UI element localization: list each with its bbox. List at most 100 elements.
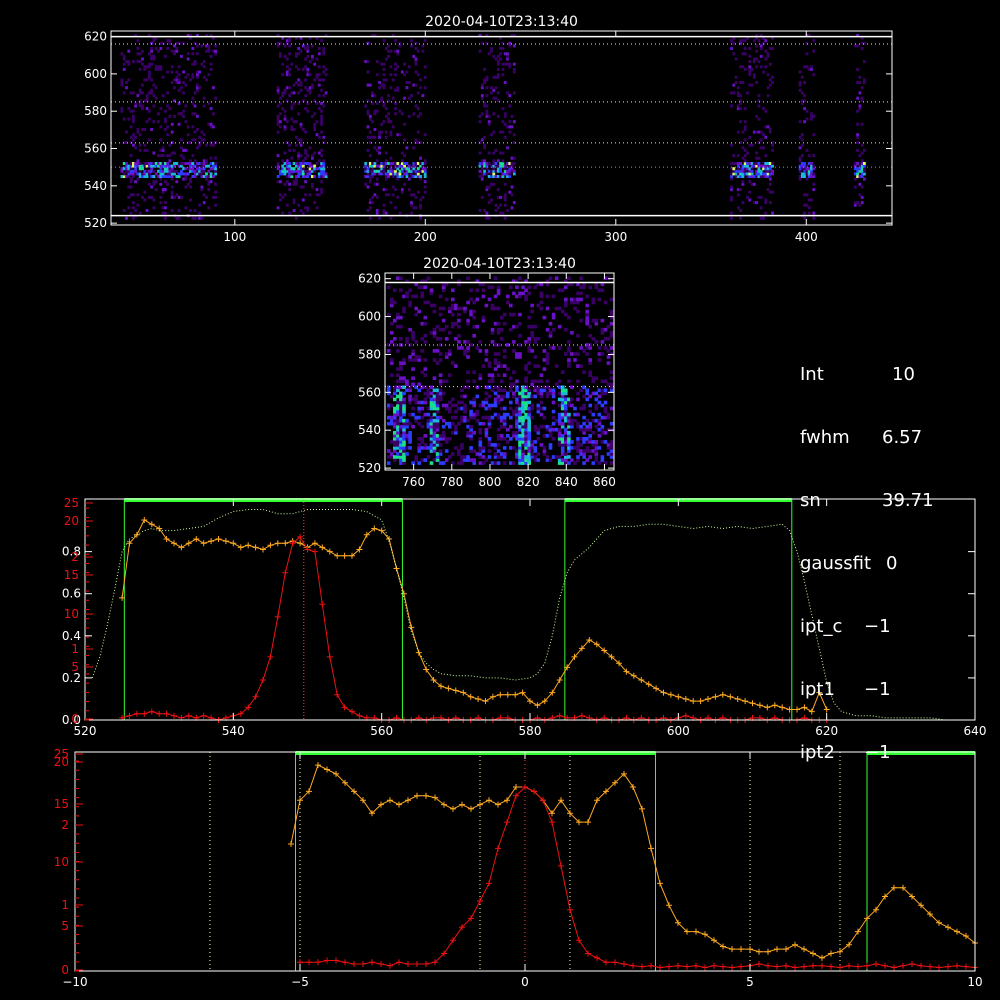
- heatmap-cell: [288, 148, 291, 152]
- heatmap-cell: [403, 154, 406, 158]
- heatmap-cell: [856, 172, 859, 176]
- x-tick-label: 560: [370, 724, 393, 738]
- heatmap-cell: [193, 60, 197, 64]
- heatmap-cell: [609, 427, 614, 432]
- heatmap-cell: [368, 177, 372, 181]
- heatmap-cell: [168, 154, 172, 158]
- heatmap-cell: [279, 193, 282, 197]
- heatmap-cell: [396, 86, 400, 90]
- heatmap-cell: [285, 180, 289, 184]
- param-sn-value: 39.71: [882, 490, 934, 511]
- heatmap-cell: [399, 343, 403, 347]
- heatmap-cell: [196, 128, 199, 131]
- heatmap-cell: [281, 107, 285, 111]
- heatmap-cell: [739, 94, 742, 98]
- heatmap-cell: [306, 44, 310, 48]
- heatmap-cell: [148, 52, 151, 56]
- heatmap-cell: [469, 449, 473, 453]
- heatmap-cell: [771, 211, 774, 215]
- heatmap-cell: [448, 352, 452, 356]
- heatmap-cell: [161, 94, 165, 98]
- heatmap-cell: [382, 62, 386, 66]
- data-point: [342, 959, 348, 966]
- heatmap-cell: [148, 172, 151, 176]
- heatmap-cell: [853, 203, 857, 207]
- heatmap-cell: [207, 188, 211, 192]
- heatmap-cell: [527, 370, 531, 374]
- heatmap-cell: [600, 288, 605, 293]
- heatmap-cell: [382, 73, 386, 77]
- heatmap-cell: [276, 162, 280, 165]
- heatmap-cell: [481, 446, 486, 450]
- heatmap-cell: [530, 349, 534, 353]
- heatmap-cell: [524, 379, 528, 384]
- heatmap-cell: [609, 449, 614, 453]
- heatmap-cell: [386, 349, 391, 353]
- heatmap-cell: [170, 193, 174, 197]
- heatmap-cell: [800, 75, 804, 79]
- heatmap-cell: [438, 449, 443, 453]
- heatmap-cell: [184, 148, 188, 152]
- heatmap-cell: [594, 397, 599, 402]
- heatmap-cell: [743, 120, 747, 124]
- heatmap-cell: [570, 458, 574, 462]
- heatmap-cell: [198, 135, 201, 139]
- heatmap-cell: [585, 303, 589, 308]
- heatmap-cell: [403, 73, 406, 77]
- heatmap-cell: [398, 109, 402, 113]
- heatmap-cell: [390, 331, 394, 335]
- heatmap-cell: [125, 81, 128, 84]
- heatmap-cell: [145, 175, 149, 178]
- heatmap-cell: [403, 182, 406, 186]
- heatmap-cell: [518, 403, 522, 408]
- heatmap-cell: [441, 306, 446, 311]
- heatmap-cell: [152, 206, 156, 210]
- heatmap-cell: [570, 331, 574, 335]
- heatmap-cell: [588, 361, 592, 365]
- heatmap-cell: [600, 340, 605, 344]
- heatmap-cell: [122, 57, 126, 61]
- heatmap-cell: [408, 446, 412, 450]
- heatmap-cell: [730, 198, 733, 202]
- heatmap-cell: [524, 400, 528, 405]
- heatmap-cell: [315, 120, 319, 124]
- heatmap-cell: [606, 361, 611, 365]
- heatmap-cell: [417, 461, 421, 465]
- heatmap-cell: [292, 209, 296, 212]
- heatmap-cell: [173, 114, 176, 118]
- heatmap-cell: [387, 44, 390, 48]
- heatmap-cell: [308, 146, 312, 150]
- heatmap-cell: [170, 65, 174, 69]
- heatmap-cell: [317, 107, 321, 111]
- heatmap-cell: [545, 294, 550, 299]
- data-point: [756, 961, 762, 967]
- heatmap-cell: [170, 177, 174, 181]
- heatmap-cell: [492, 130, 496, 134]
- heatmap-cell: [164, 188, 167, 192]
- heatmap-cell: [417, 388, 421, 393]
- heatmap-cell: [386, 403, 391, 408]
- data-point: [653, 685, 660, 692]
- heatmap-cell: [585, 388, 589, 393]
- heatmap-cell: [732, 52, 736, 56]
- heatmap-cell: [290, 175, 294, 178]
- heatmap-cell: [202, 169, 206, 173]
- heatmap-cell: [757, 117, 761, 121]
- heatmap-cell: [570, 397, 574, 402]
- heatmap-cell: [417, 421, 421, 426]
- data-point: [954, 928, 960, 935]
- heatmap-cell: [281, 73, 285, 77]
- heatmap-cell: [557, 379, 562, 384]
- heatmap-cell: [496, 188, 500, 192]
- heatmap-cell: [510, 193, 514, 197]
- data-point: [405, 797, 411, 804]
- heatmap-cell: [576, 437, 580, 441]
- heatmap-cell: [132, 201, 135, 205]
- heatmap-cell: [423, 39, 427, 43]
- heatmap-cell: [315, 57, 319, 61]
- heatmap-cell: [132, 143, 135, 147]
- data-point: [909, 961, 915, 967]
- heatmap-cell: [438, 352, 443, 356]
- x-tick-label: 860: [593, 475, 616, 489]
- heatmap-cell: [548, 346, 553, 350]
